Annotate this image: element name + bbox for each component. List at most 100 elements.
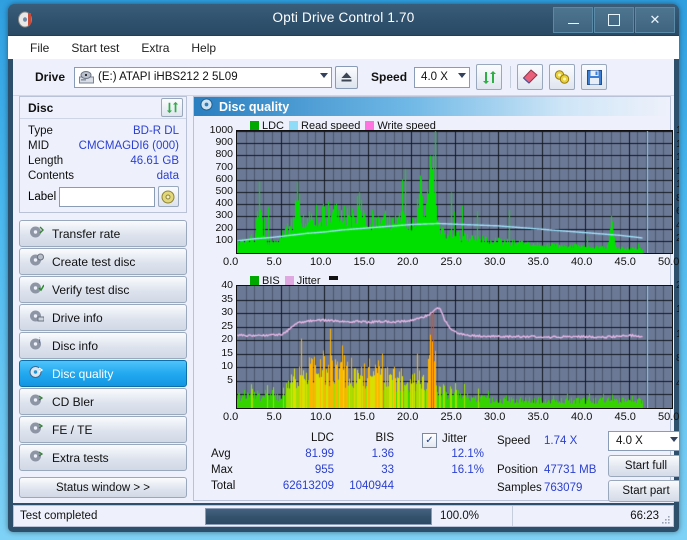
save-button[interactable] (581, 64, 608, 90)
disc-row-mid: MID CMCMAGDI6 (000) (28, 138, 179, 153)
axis-tick-label: 10 X (676, 178, 679, 191)
axis-tick-label: 0.0 (223, 256, 239, 268)
start-full-button[interactable]: Start full (608, 455, 679, 477)
window-buttons: ✕ (553, 7, 675, 33)
sidebar-item-disc-quality[interactable]: Disc quality (19, 360, 187, 387)
sidebar-item-transfer-rate[interactable]: Transfer rate (19, 220, 187, 247)
sidebar-item-disc-info[interactable]: i Disc info (19, 332, 187, 359)
speed-label: Speed (371, 70, 408, 84)
axis-tick-label: 35.0 (527, 411, 549, 423)
sidebar-item-drive-info[interactable]: Drive info (19, 304, 187, 331)
chevron-down-icon (458, 72, 467, 78)
stats-ldc-max: 955 (314, 464, 334, 476)
stats-jitter-max: 16.1% (451, 464, 484, 476)
position-stat-label: Position (497, 464, 538, 476)
axis-tick-label: 35.0 (527, 256, 549, 268)
axis-tick-label: 300 (215, 209, 233, 222)
progress-bar (205, 507, 432, 525)
disc-row-key: MID (28, 139, 50, 152)
stats-bis-max: 33 (381, 464, 394, 476)
disc-panel: Disc Type BD-R DL MID CMCMAGDI6 (000) Le… (19, 96, 187, 213)
menu-help[interactable]: Help (191, 41, 216, 55)
drive-label: Drive (35, 70, 66, 84)
ldc-chart-canvas (236, 130, 673, 254)
disc-row-key: Type (28, 124, 53, 137)
axis-tick-label: 500 (215, 185, 233, 197)
drive-select[interactable]: (E:) ATAPI iHBS212 2 5L09 (74, 66, 333, 88)
disc-info-icon: i (29, 337, 44, 354)
start-part-button[interactable]: Start part (608, 480, 679, 502)
disc-drive-icon (29, 309, 45, 326)
status-window-button[interactable]: Status window > > (19, 477, 187, 498)
status-text: Test completed (20, 510, 98, 522)
menu-extra[interactable]: Extra (141, 41, 169, 55)
menu-bar: File Start test Extra Help (8, 36, 679, 61)
legend-swatch (250, 121, 259, 130)
sidebar-item-verify-test-disc[interactable]: Verify test disc (19, 276, 187, 303)
stats-col-header-bis: BIS (375, 432, 394, 444)
disc-write-button[interactable] (157, 186, 179, 207)
refresh-button[interactable] (476, 64, 503, 90)
axis-tick-label: 40.0 (571, 411, 593, 423)
axis-tick-label: 16 X (676, 137, 679, 150)
jitter-label: Jitter (442, 433, 467, 445)
erase-button[interactable] (517, 64, 544, 90)
drive-toolbar: Drive (E:) ATAPI iHBS212 2 5L09 Speed 4.… (13, 59, 674, 96)
disc-row-key: Contents (28, 169, 75, 182)
title-bar: Opti Drive Control 1.70 ✕ (8, 4, 679, 36)
axis-tick-label: 5.0 (266, 256, 282, 268)
axis-tick-label: 6 X (676, 205, 679, 218)
stats-row-label-max: Max (211, 464, 233, 476)
axis-tick-label: 1000 (209, 124, 233, 136)
client-area: Drive (E:) ATAPI iHBS212 2 5L09 Speed 4.… (8, 59, 679, 503)
left-sidebar: Disc Type BD-R DL MID CMCMAGDI6 (000) Le… (19, 96, 189, 501)
jitter-checkbox[interactable]: ✓ (422, 433, 437, 448)
axis-tick-label: 30.0 (484, 256, 506, 268)
axis-tick-label: 20% (676, 279, 679, 291)
disc-refresh-button[interactable] (161, 98, 183, 117)
disc-create-icon (29, 253, 44, 270)
axis-tick-label: 20.0 (397, 256, 419, 268)
axis-tick-label: 900 (215, 136, 233, 149)
sidebar-item-fe-te[interactable]: FE / TE (19, 416, 187, 443)
axis-tick-label: 25.0 (440, 411, 462, 423)
chevron-down-icon (670, 437, 678, 442)
settings-button[interactable] (549, 64, 576, 90)
axis-tick-label: 15 (221, 346, 233, 359)
axis-tick-label: 0.0 (223, 411, 239, 423)
sidebar-item-create-test-disc[interactable]: Create test disc (19, 248, 187, 275)
axis-tick-label: 100 (215, 233, 233, 246)
disc-row-value: CMCMAGDI6 (000) (78, 139, 179, 152)
stats-ldc-avg: 81.99 (305, 448, 334, 460)
sidebar-item-cd-bler[interactable]: CD Bler (19, 388, 187, 415)
disc-panel-title: Disc (28, 100, 54, 115)
axis-tick-label: 45.0 (614, 411, 636, 423)
minimize-button[interactable] (553, 7, 593, 33)
sidebar-item-extra-tests[interactable]: Extra tests (19, 444, 187, 471)
menu-file[interactable]: File (30, 41, 49, 55)
maximize-button[interactable] (594, 7, 634, 33)
stats-bis-avg: 1.36 (371, 448, 394, 460)
disc-transfer-icon (29, 225, 44, 242)
elapsed-area: 66:23 (512, 506, 673, 526)
axis-tick-label: 14 X (676, 151, 679, 164)
menu-start-test[interactable]: Start test (71, 41, 119, 55)
disc-row-contents: Contents data (28, 168, 179, 183)
axis-tick-label: 10.0 (310, 256, 332, 268)
close-button[interactable]: ✕ (635, 7, 675, 33)
axis-tick-label: 18 X (676, 124, 679, 136)
axis-tick-label: 50.0 (658, 256, 679, 268)
eject-button[interactable] (335, 65, 359, 89)
disc-row-value: 46.61 GB (130, 154, 179, 167)
disc-label-input[interactable] (59, 186, 156, 207)
axis-tick-label: 25.0 (440, 256, 462, 268)
test-speed-select[interactable]: 4.0 X (608, 431, 679, 451)
chevron-down-icon (320, 72, 329, 78)
resize-grip-icon[interactable] (661, 515, 671, 525)
speed-stat-label: Speed (497, 435, 531, 447)
axis-tick-label: 15.0 (353, 256, 375, 268)
disc-verify-icon (29, 281, 45, 298)
elapsed-time: 66:23 (630, 510, 659, 522)
application-window: Opti Drive Control 1.70 ✕ File Start tes… (8, 4, 679, 532)
speed-select[interactable]: 4.0 X (414, 66, 471, 88)
